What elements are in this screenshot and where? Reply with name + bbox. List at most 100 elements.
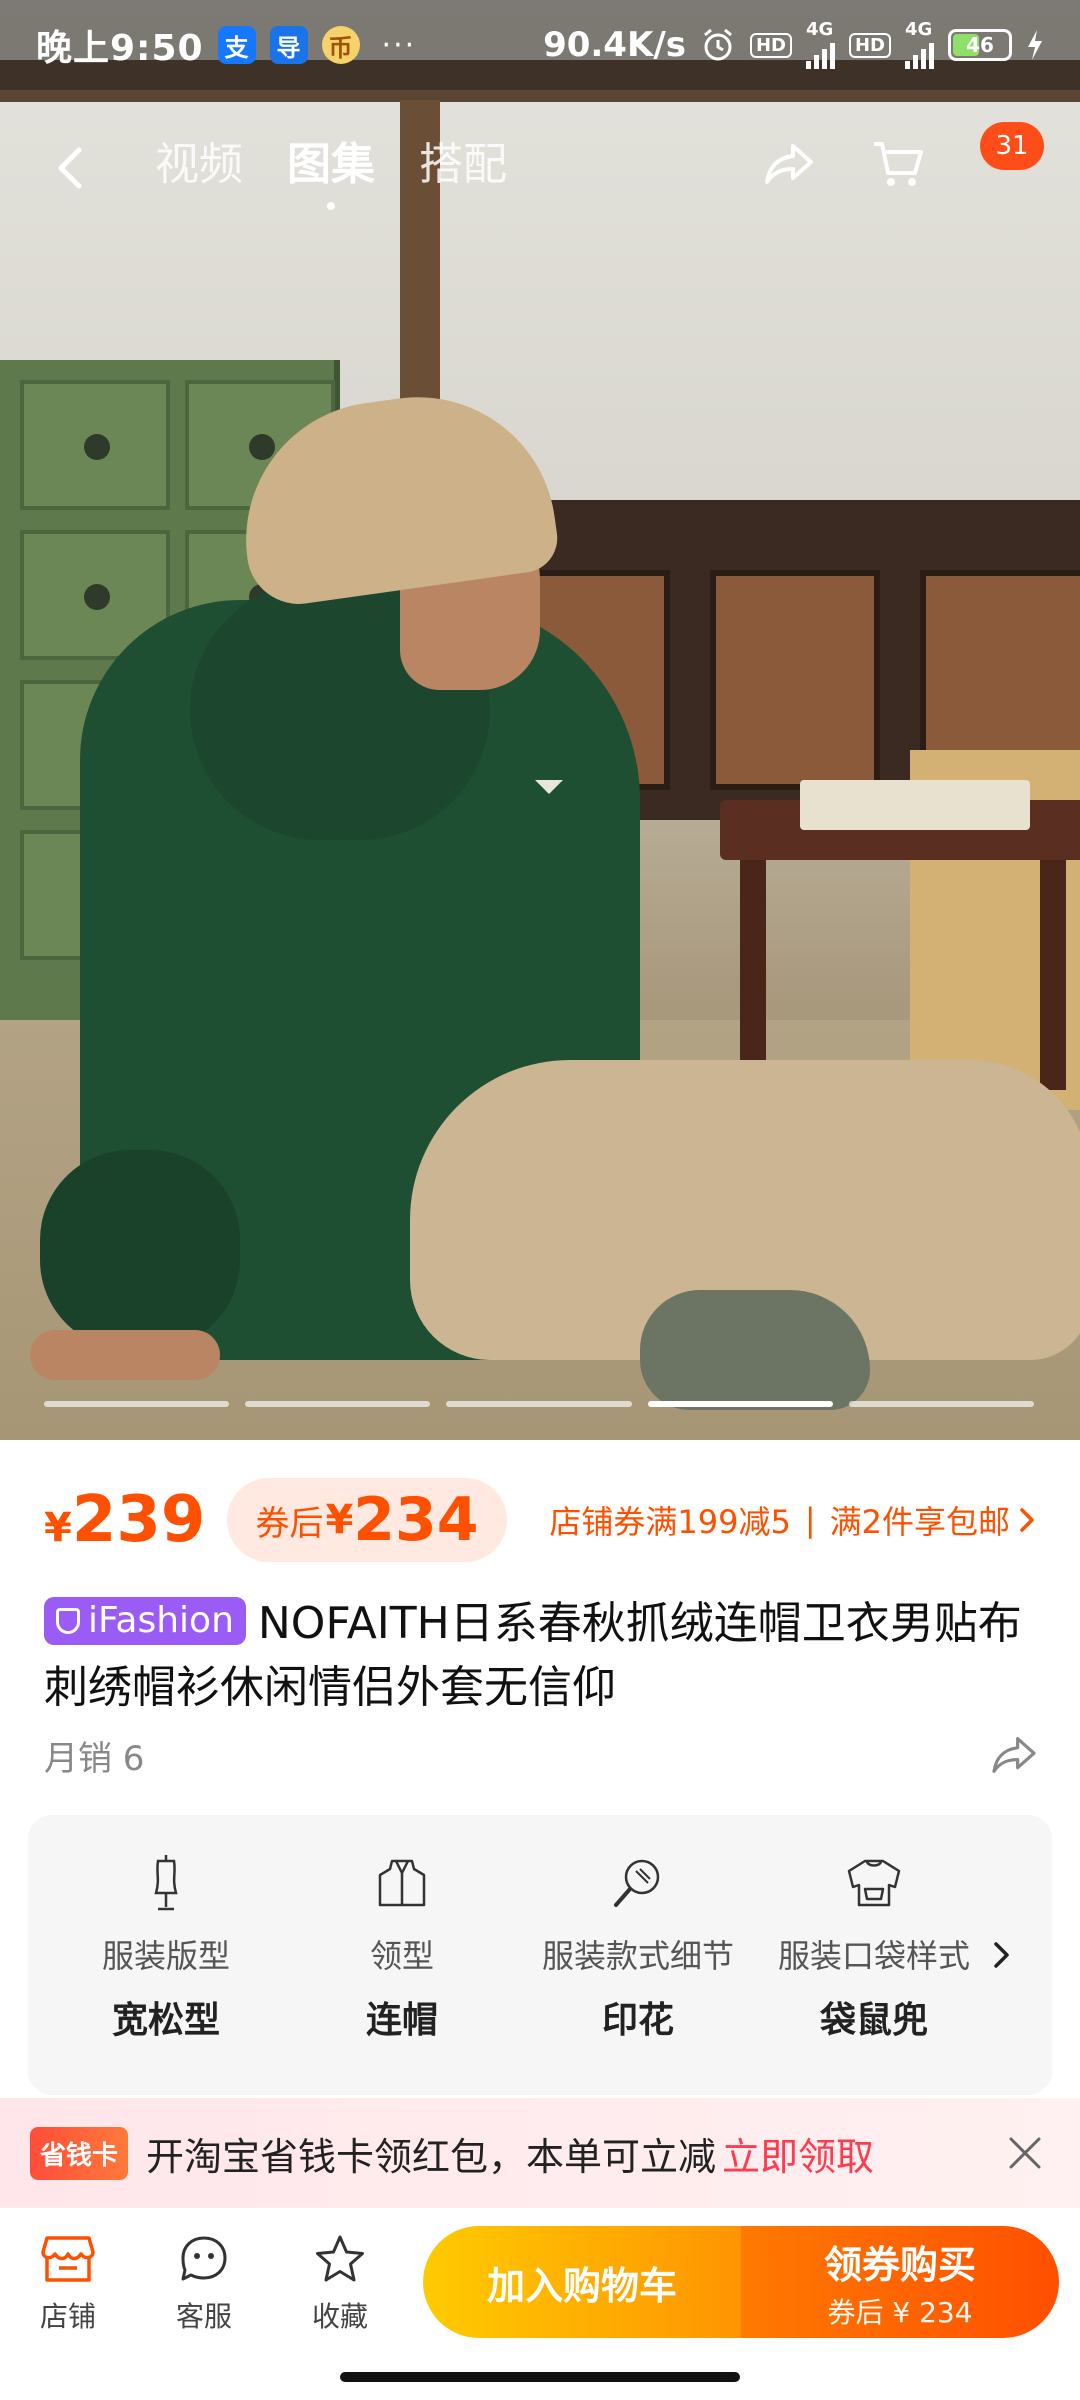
background-book [800, 780, 1030, 830]
tab-video[interactable]: 视频 [155, 128, 243, 192]
product-title: iFashion NOFAITH日系春秋抓绒连帽卫衣男贴布刺绣帽衫休闲情侣外套无… [44, 1592, 1044, 1720]
attribute-value: 连帽 [365, 2000, 438, 2041]
badge-label: iFashion [88, 1600, 234, 1641]
attribute-pocket: 服装口袋样式 袋鼠兜 [756, 1851, 992, 2095]
close-banner-button[interactable] [1000, 2128, 1050, 2178]
attribute-name: 服装口袋样式 [777, 1937, 970, 1975]
ifashion-badge: iFashion [44, 1597, 246, 1645]
hd-badge: HD [848, 32, 891, 58]
attribute-value: 印花 [601, 2000, 674, 2041]
attribute-fit: 服装版型 宽松型 [48, 1851, 284, 2095]
shield-icon [56, 1608, 80, 1634]
gallery-indicator-bar [44, 1401, 230, 1407]
store-coupon-text: 店铺券满199减5 [549, 1503, 791, 1541]
share-icon [765, 144, 813, 184]
price-row: ¥ 239 券后 ¥ 234 店铺券满199减5 | 满2件享包邮 [0, 1470, 1080, 1570]
tab-gallery[interactable]: 图集 [287, 128, 375, 210]
chevron-left-icon [58, 147, 82, 189]
buy-with-coupon-button[interactable]: 领券购买 券后 ¥ 234 [741, 2226, 1059, 2338]
more-attributes-button[interactable] [982, 1935, 1022, 1975]
hd-badge: HD [749, 32, 792, 58]
back-button[interactable] [40, 138, 100, 198]
sales-row: 月销 6 [44, 1725, 1044, 1785]
tab-outfit[interactable]: 搭配 [419, 128, 507, 192]
gallery-indicator-bar [245, 1401, 431, 1407]
signal-icon [805, 39, 835, 69]
store-button[interactable]: 店铺 [0, 2231, 136, 2335]
network-type: 4G [805, 19, 834, 40]
attribute-value: 袋鼠兜 [819, 2000, 928, 2041]
map-app-icon: 导 [269, 26, 308, 64]
cart-button[interactable] [866, 132, 930, 196]
attribute-name: 领型 [369, 1937, 434, 1975]
signal-icon [905, 39, 934, 69]
attribute-name: 服装版型 [101, 1937, 230, 1975]
share-button[interactable] [757, 132, 821, 196]
purchase-actions: 加入购物车 领券购买 券后 ¥ 234 [423, 2226, 1059, 2338]
coin-app-icon: 币 [321, 26, 360, 64]
monthly-sales: 月销 6 [44, 1738, 145, 1779]
attribute-collar: 领型 连帽 [284, 1851, 520, 2095]
claim-now-link[interactable]: 立即领取 [722, 2126, 874, 2181]
alipay-icon: 支 [217, 26, 256, 64]
collar-icon [370, 1851, 434, 1915]
favorite-button[interactable]: 收藏 [272, 2231, 408, 2335]
product-attributes[interactable]: 服装版型 宽松型 领型 连帽 服装款式细节 印花 服装口袋样式 袋鼠兜 [28, 1815, 1052, 2095]
gallery-indicator-bar [647, 1401, 833, 1407]
cart-icon [874, 142, 923, 186]
attribute-style-detail: 服装款式细节 印花 [520, 1851, 756, 2095]
network-speed: 90.4K/s [543, 25, 686, 65]
gallery-indicators [44, 1401, 1035, 1407]
share-icon [992, 1737, 1036, 1773]
store-label: 店铺 [39, 2300, 96, 2333]
promo-link[interactable]: 店铺券满199减5 | 满2件享包邮 [549, 1497, 1036, 1543]
model-arm [40, 1150, 240, 1350]
coupon-price-value: 234 [353, 1485, 479, 1555]
magnifier-icon [606, 1851, 670, 1915]
cart-count-badge: 31 [980, 122, 1044, 170]
banner-text: 开淘宝省钱卡领红包，本单可立减 [146, 2134, 717, 2179]
status-time: 晚上9:50 [36, 28, 204, 69]
top-navigation: 视频 图集 搭配 31 [0, 110, 1080, 220]
gallery-indicator-bar [446, 1401, 632, 1407]
model-shoe [640, 1290, 870, 1410]
shirt-icon [842, 1851, 906, 1915]
customer-service-button[interactable]: 客服 [136, 2231, 272, 2335]
favorite-label: 收藏 [311, 2300, 368, 2333]
savings-card-tag: 省钱卡 [30, 2126, 129, 2180]
close-icon [1009, 2137, 1041, 2169]
battery-level: 46 [966, 33, 994, 57]
gallery-indicator-bar [848, 1401, 1035, 1407]
coupon-price-label: 券后 [255, 1503, 324, 1544]
promo-separator: | [804, 1501, 816, 1539]
attribute-value: 宽松型 [111, 2000, 220, 2041]
media-tabs: 视频 图集 搭配 [155, 128, 507, 210]
savings-card-banner[interactable]: 省钱卡 开淘宝省钱卡领红包，本单可立减 立即领取 [0, 2098, 1080, 2208]
star-icon [312, 2231, 368, 2287]
chevron-right-icon [1020, 1508, 1034, 1532]
alarm-icon [704, 28, 732, 61]
original-price: ¥ 239 [44, 1483, 205, 1557]
tab-gallery-label: 图集 [287, 139, 375, 190]
model-hand [30, 1330, 220, 1380]
share-product-button[interactable] [984, 1725, 1044, 1785]
chat-face-icon [176, 2231, 232, 2287]
active-tab-dot [327, 202, 335, 210]
drawer [20, 380, 170, 510]
bottom-action-bar: 店铺 客服 收藏 加入购物车 领券购买 券后 ¥ 234 [0, 2208, 1080, 2358]
more-notifications-icon: ··· [381, 27, 417, 63]
store-icon [40, 2231, 96, 2287]
network-type: 4G [905, 19, 933, 40]
home-indicator[interactable] [340, 2372, 740, 2382]
buy-sub-label: 券后 ¥ 234 [827, 2295, 973, 2329]
customer-service-label: 客服 [175, 2300, 232, 2333]
free-shipping-text: 满2件享包邮 [829, 1503, 1010, 1541]
charging-icon [1028, 30, 1042, 60]
coupon-price-badge: 券后 ¥ 234 [227, 1478, 507, 1562]
dress-form-icon [134, 1851, 198, 1915]
chevron-right-icon [994, 1942, 1009, 1968]
attribute-name: 服装款式细节 [541, 1937, 734, 1975]
price-value: 239 [71, 1483, 206, 1557]
add-to-cart-button[interactable]: 加入购物车 [423, 2226, 741, 2338]
status-bar: 晚上9:50 支 导 币 ··· 90.4K/s HD 4G HD 4G 46 [0, 0, 1080, 90]
